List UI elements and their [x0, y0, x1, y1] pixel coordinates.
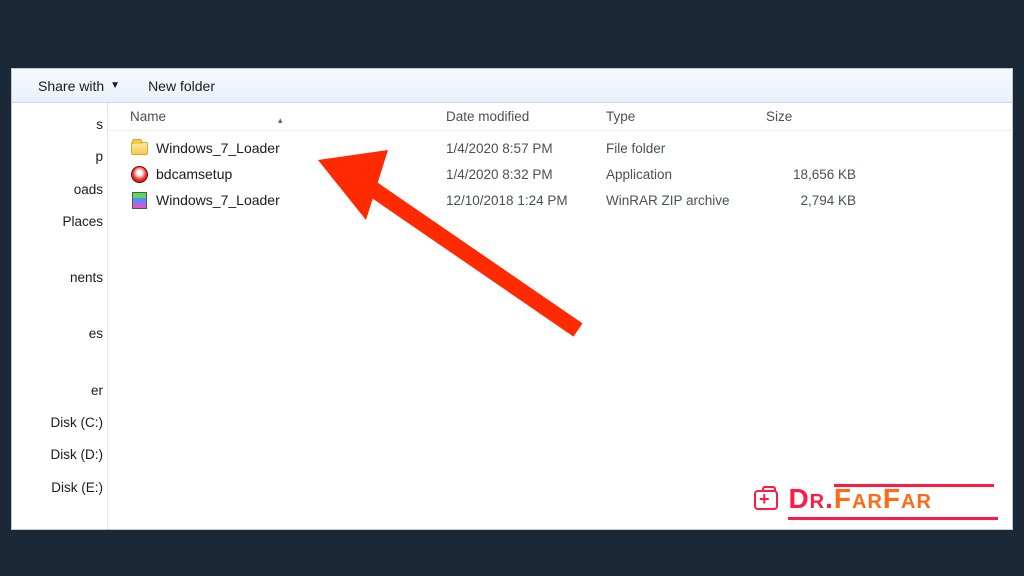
new-folder-button[interactable]: New folder	[148, 78, 215, 94]
nav-item[interactable]: p	[12, 141, 107, 173]
file-type: WinRAR ZIP archive	[606, 193, 766, 208]
column-header-size[interactable]: Size	[766, 109, 886, 124]
new-folder-label: New folder	[148, 78, 215, 94]
column-header-date[interactable]: Date modified	[446, 109, 606, 124]
chevron-down-icon: ▼	[110, 80, 120, 91]
sort-indicator-icon: ▴	[278, 115, 283, 126]
nav-item[interactable]: er	[12, 375, 107, 407]
nav-item[interactable]: es	[12, 318, 107, 350]
file-items: Windows_7_Loader 1/4/2020 8:57 PM File f…	[108, 131, 1012, 213]
share-with-button[interactable]: Share with ▼	[38, 78, 120, 94]
file-name: Windows_7_Loader	[156, 192, 280, 208]
column-header-type[interactable]: Type	[606, 109, 766, 124]
file-size: 2,794 KB	[766, 193, 886, 208]
file-type: Application	[606, 167, 766, 182]
toolbar: Share with ▼ New folder	[12, 69, 1012, 103]
nav-item[interactable]: s	[12, 109, 107, 141]
archive-icon	[130, 191, 148, 209]
column-name-label: Name	[130, 109, 166, 124]
file-size: 18,656 KB	[766, 167, 886, 182]
nav-item[interactable]: Disk (C:)	[12, 407, 107, 439]
column-header-name[interactable]: Name ▴	[108, 109, 446, 124]
file-list-pane: Name ▴ Date modified Type Size Windows_7…	[108, 103, 1012, 529]
folder-icon	[130, 139, 148, 157]
file-name: Windows_7_Loader	[156, 140, 280, 156]
file-name: bdcamsetup	[156, 166, 232, 182]
nav-item[interactable]: nents	[12, 262, 107, 294]
file-type: File folder	[606, 141, 766, 156]
nav-item[interactable]: Places	[12, 206, 107, 238]
explorer-window: Share with ▼ New folder s p oads Places …	[11, 68, 1013, 530]
share-with-label: Share with	[38, 78, 104, 94]
list-item[interactable]: Windows_7_Loader 1/4/2020 8:57 PM File f…	[108, 135, 1012, 161]
nav-item[interactable]: Disk (E:)	[12, 472, 107, 504]
application-icon	[130, 165, 148, 183]
file-date: 1/4/2020 8:57 PM	[446, 141, 606, 156]
nav-item[interactable]: oads	[12, 174, 107, 206]
navigation-pane[interactable]: s p oads Places nents es er Disk (C:) Di…	[12, 103, 108, 529]
body: s p oads Places nents es er Disk (C:) Di…	[12, 103, 1012, 529]
list-item[interactable]: bdcamsetup 1/4/2020 8:32 PM Application …	[108, 161, 1012, 187]
list-item[interactable]: Windows_7_Loader 12/10/2018 1:24 PM WinR…	[108, 187, 1012, 213]
column-headers: Name ▴ Date modified Type Size	[108, 103, 1012, 131]
nav-item[interactable]: Disk (D:)	[12, 439, 107, 471]
file-date: 1/4/2020 8:32 PM	[446, 167, 606, 182]
file-date: 12/10/2018 1:24 PM	[446, 193, 606, 208]
